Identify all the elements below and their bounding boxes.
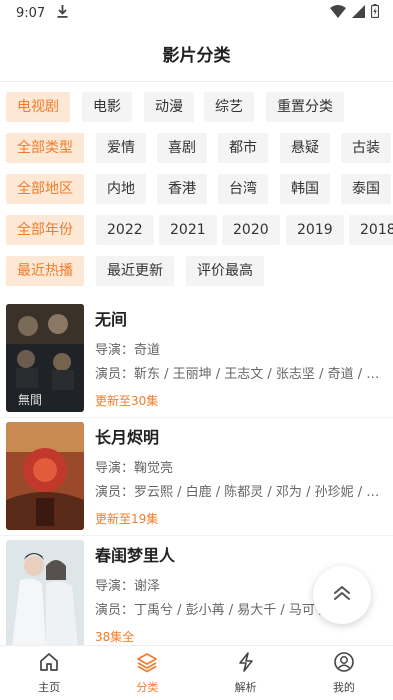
movie-title[interactable]: 无间 <box>95 306 127 330</box>
profile-icon <box>333 651 355 676</box>
tab-profile[interactable]: 我的 <box>295 646 393 700</box>
movie-director: 导演：奇道 <box>95 343 161 358</box>
filter-chip[interactable]: 2018 <box>349 215 393 245</box>
list-item[interactable]: 长月烬明 导演：鞠觉亮 演员：罗云熙 / 白鹿 / 陈都灵 / 邓为 / 孙珍妮… <box>0 418 393 536</box>
poster-image[interactable] <box>6 540 84 648</box>
update-status: 更新至19集 <box>95 512 159 526</box>
tab-label: 主页 <box>38 681 61 694</box>
home-icon <box>38 651 60 676</box>
filter-chip[interactable]: 古装 <box>341 133 391 163</box>
reset-filter-chip[interactable]: 重置分类 <box>266 92 344 122</box>
layers-icon <box>136 651 158 676</box>
page-title: 影片分类 <box>0 26 393 82</box>
filter-chip[interactable]: 全部类型 <box>6 133 84 163</box>
status-time: 9:07 <box>16 5 46 21</box>
filter-chip[interactable]: 2021 <box>159 215 217 245</box>
movie-director: 导演：谢泽 <box>95 579 161 594</box>
scroll-to-top-button[interactable] <box>313 566 371 624</box>
tab-label: 分类 <box>136 681 159 694</box>
filter-chip[interactable]: 评价最高 <box>186 256 264 286</box>
filter-chip[interactable]: 2020 <box>222 215 280 245</box>
tab-label: 我的 <box>332 681 355 694</box>
filter-chip[interactable]: 喜剧 <box>157 133 207 163</box>
filter-row-genre: 全部类型 爱情 喜剧 都市 悬疑 古装 <box>0 129 393 170</box>
filter-chip[interactable]: 韩国 <box>280 174 330 204</box>
update-status: 更新至30集 <box>95 394 159 408</box>
movie-title[interactable]: 春闺梦里人 <box>95 542 175 566</box>
movie-cast: 演员：靳东 / 王丽坤 / 王志文 / 张志坚 / 奇道 / … <box>95 367 380 382</box>
movie-director: 导演：鞠觉亮 <box>95 461 174 476</box>
filter-chip[interactable]: 最近热播 <box>6 256 84 286</box>
filter-row-region: 全部地区 内地 香港 台湾 韩国 泰国 <box>0 170 393 211</box>
filter-row-year: 全部年份 2022 2021 2020 2019 2018 <box>0 211 393 252</box>
filter-chip[interactable]: 台湾 <box>218 174 268 204</box>
svg-text:無間: 無間 <box>18 392 42 407</box>
lightning-icon <box>235 651 257 676</box>
double-chevron-up-icon <box>332 584 352 606</box>
poster-image[interactable] <box>6 422 84 530</box>
filter-chip[interactable]: 电影 <box>82 92 132 122</box>
filter-chip[interactable]: 全部地区 <box>6 174 84 204</box>
tab-category[interactable]: 分类 <box>98 646 196 700</box>
filter-chip[interactable]: 香港 <box>157 174 207 204</box>
download-icon <box>57 4 68 22</box>
filter-chip[interactable]: 电视剧 <box>6 92 70 122</box>
update-status: 38集全 <box>95 630 135 644</box>
filter-panel: 电视剧 电影 动漫 综艺 重置分类 全部类型 爱情 喜剧 都市 悬疑 古装 全部… <box>0 88 393 293</box>
list-item[interactable]: 無間 无间 导演：奇道 演员：靳东 / 王丽坤 / 王志文 / 张志坚 / 奇道… <box>0 300 393 418</box>
movie-title[interactable]: 长月烬明 <box>95 424 159 448</box>
wifi-icon <box>330 4 346 22</box>
filter-chip[interactable]: 动漫 <box>144 92 194 122</box>
tab-label: 解析 <box>234 681 257 694</box>
filter-chip[interactable]: 内地 <box>96 174 146 204</box>
filter-chip[interactable]: 最近更新 <box>96 256 174 286</box>
bottom-tab-bar: 主页 分类 解析 我的 <box>0 645 393 700</box>
filter-chip[interactable]: 悬疑 <box>280 133 330 163</box>
filter-chip[interactable]: 2022 <box>96 215 154 245</box>
filter-chip[interactable]: 全部年份 <box>6 215 84 245</box>
filter-chip[interactable]: 爱情 <box>96 133 146 163</box>
status-bar: 9:07 <box>0 0 393 26</box>
tab-parse[interactable]: 解析 <box>197 646 295 700</box>
filter-chip[interactable]: 2019 <box>286 215 344 245</box>
movie-cast: 演员：罗云熙 / 白鹿 / 陈都灵 / 邓为 / 孙珍妮 / … <box>95 485 380 500</box>
poster-image[interactable]: 無間 <box>6 304 84 412</box>
filter-chip[interactable]: 综艺 <box>204 92 254 122</box>
signal-icon <box>352 4 365 22</box>
filter-row-category: 电视剧 电影 动漫 综艺 重置分类 <box>0 88 393 129</box>
filter-chip[interactable]: 都市 <box>218 133 268 163</box>
battery-icon <box>370 4 380 22</box>
filter-chip[interactable]: 泰国 <box>341 174 391 204</box>
filter-row-sort: 最近热播 最近更新 评价最高 <box>0 252 393 293</box>
tab-home[interactable]: 主页 <box>0 646 98 700</box>
